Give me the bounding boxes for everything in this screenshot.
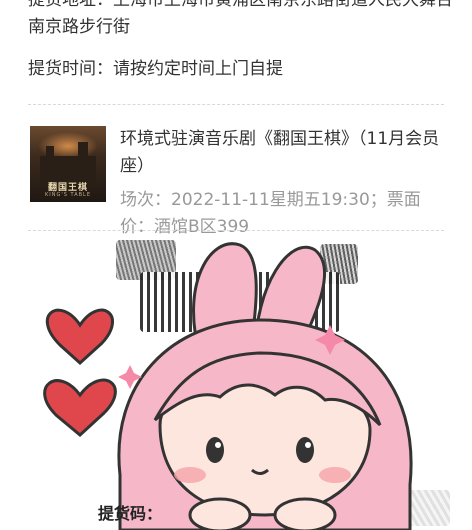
pickup-address: 提货地址：上海市上海市黄浦区南京东路街道人民大舞台南京路步行街 — [28, 0, 453, 37]
item-title: 环境式驻演音乐剧《翻国王棋》（11月会员座） — [120, 129, 440, 176]
pink-bunny-girl-sticker-icon — [43, 242, 413, 530]
pickup-time: 提货时间：请按约定时间上门自提 — [28, 59, 283, 79]
heart-icon — [45, 308, 114, 366]
show-poster: 翻国王棋 KING'S TABLE — [30, 126, 106, 202]
pickup-code-label: 提货码： — [98, 504, 163, 523]
poster-subtitle: KING'S TABLE — [45, 192, 91, 198]
heart-icon — [43, 378, 117, 437]
divider — [28, 104, 444, 105]
